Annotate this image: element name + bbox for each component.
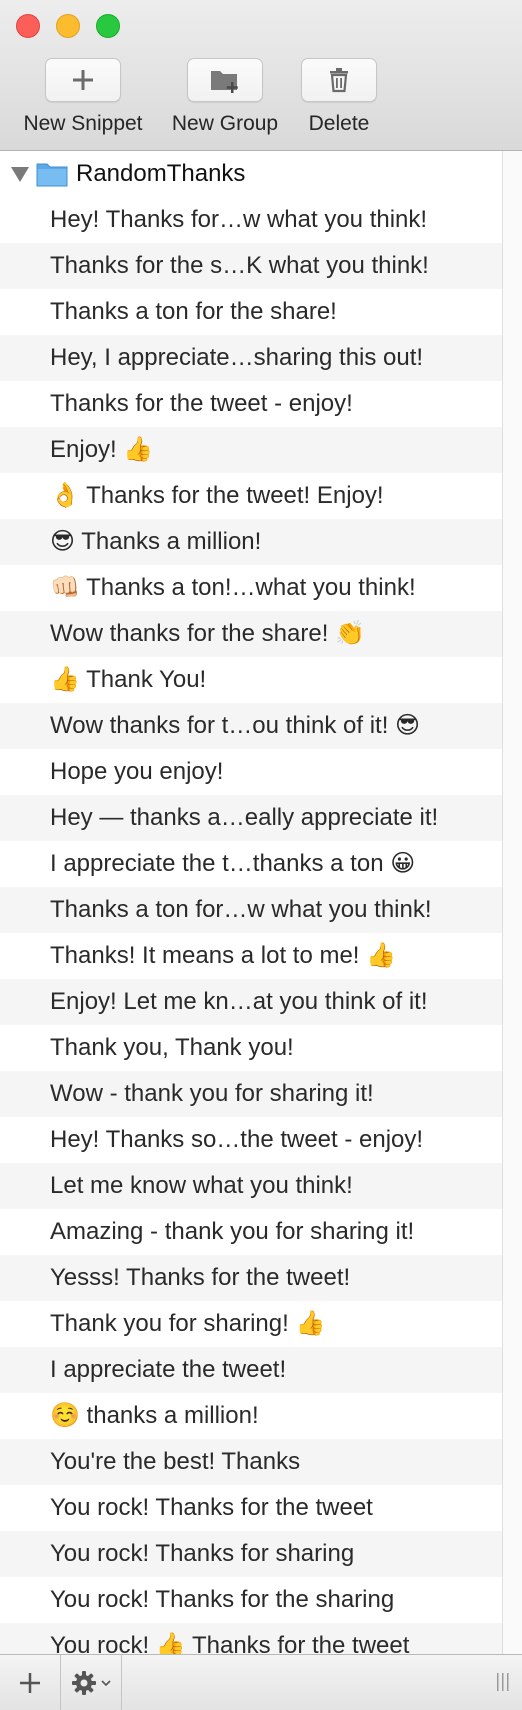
snippet-row[interactable]: Thanks! It means a lot to me! 👍 <box>0 933 502 979</box>
snippet-title: Enjoy! Let me kn…at you think of it! <box>50 988 428 1015</box>
resize-grip-icon[interactable] <box>496 1673 510 1691</box>
add-button[interactable] <box>0 1655 61 1710</box>
trash-icon <box>330 68 348 93</box>
snippet-row[interactable]: Amazing - thank you for sharing it! <box>0 1209 502 1255</box>
plus-icon <box>73 70 93 90</box>
snippet-title: Amazing - thank you for sharing it! <box>50 1218 415 1245</box>
disclosure-triangle-icon[interactable] <box>11 167 29 182</box>
snippet-title: Hey! Thanks for…w what you think! <box>50 206 428 233</box>
snippet-row[interactable]: ☺️ thanks a million! <box>0 1393 502 1439</box>
snippet-row[interactable]: Thanks for the tweet - enjoy! <box>0 381 502 427</box>
snippet-title: Let me know what you think! <box>50 1172 353 1199</box>
delete-label: Delete <box>308 112 370 135</box>
new-snippet-button[interactable] <box>45 58 121 102</box>
folder-plus-icon <box>211 71 238 93</box>
snippet-title: ☺️ thanks a million! <box>50 1402 259 1429</box>
snippet-row[interactable]: You rock! 👍 Thanks for the tweet <box>0 1623 502 1654</box>
snippet-row[interactable]: Thanks a ton for…w what you think! <box>0 887 502 933</box>
snippet-row[interactable]: Wow - thank you for sharing it! <box>0 1071 502 1117</box>
delete-tool[interactable]: Delete <box>296 58 382 136</box>
snippet-row[interactable]: Thank you for sharing! 👍 <box>0 1301 502 1347</box>
snippet-row[interactable]: 😎 Thanks a million! <box>0 519 502 565</box>
snippet-title: Wow thanks for t…ou think of it! 😎 <box>50 712 421 739</box>
snippet-title: Hope you enjoy! <box>50 758 224 785</box>
new-group-button[interactable] <box>187 58 263 102</box>
snippet-title: You rock! Thanks for sharing <box>50 1540 355 1567</box>
zoom-window-button[interactable] <box>96 14 120 38</box>
snippet-row[interactable]: Hope you enjoy! <box>0 749 502 795</box>
snippet-row[interactable]: Hey — thanks a…eally appreciate it! <box>0 795 502 841</box>
snippet-row[interactable]: 👍 Thank You! <box>0 657 502 703</box>
snippet-title: You're the best! Thanks <box>50 1448 301 1475</box>
new-group-label: New Group <box>171 112 279 135</box>
snippet-title: You rock! Thanks for the sharing <box>50 1586 395 1613</box>
snippet-title: Wow - thank you for sharing it! <box>50 1080 374 1107</box>
snippet-row[interactable]: You're the best! Thanks <box>0 1439 502 1485</box>
snippet-title: Hey — thanks a…eally appreciate it! <box>50 804 439 831</box>
snippet-outline[interactable]: RandomThanks Hey! Thanks for…w what you … <box>0 151 502 1654</box>
snippet-title: Thanks a ton for…w what you think! <box>50 896 432 923</box>
close-window-button[interactable] <box>16 14 40 38</box>
snippet-row[interactable]: Thanks a ton for the share! <box>0 289 502 335</box>
new-snippet-tool[interactable]: New Snippet <box>16 58 150 136</box>
window-toolbar: New Snippet New Group Delete <box>0 0 522 151</box>
folder-icon <box>36 163 68 187</box>
snippet-title: Enjoy! 👍 <box>50 436 154 463</box>
vertical-scrollbar[interactable] <box>502 151 522 1654</box>
bottom-bar <box>0 1654 522 1710</box>
group-name: RandomThanks <box>76 160 246 187</box>
plus-icon <box>20 1672 40 1693</box>
snippet-row[interactable]: Enjoy! Let me kn…at you think of it! <box>0 979 502 1025</box>
snippet-title: Thank you, Thank you! <box>50 1034 294 1061</box>
snippet-row[interactable]: You rock! Thanks for sharing <box>0 1531 502 1577</box>
snippet-title: You rock! 👍 Thanks for the tweet <box>50 1632 410 1654</box>
snippet-title: You rock! Thanks for the tweet <box>50 1494 373 1521</box>
snippet-row[interactable]: You rock! Thanks for the tweet <box>0 1485 502 1531</box>
new-group-tool[interactable]: New Group <box>166 58 284 136</box>
snippet-title: Hey! Thanks so…the tweet - enjoy! <box>50 1126 424 1153</box>
snippet-title: Thanks for the s…K what you think! <box>50 252 429 279</box>
snippet-row[interactable]: 👊🏻 Thanks a ton!…what you think! <box>0 565 502 611</box>
chevron-down-icon <box>101 1679 111 1686</box>
snippet-row[interactable]: Thanks for the s…K what you think! <box>0 243 502 289</box>
snippet-title: I appreciate the t…thanks a ton 😀 <box>50 850 416 877</box>
new-snippet-label: New Snippet <box>23 112 143 135</box>
snippet-row[interactable]: Hey! Thanks for…w what you think! <box>0 197 502 243</box>
snippet-title: I appreciate the tweet! <box>50 1356 287 1383</box>
snippet-title: 👊🏻 Thanks a ton!…what you think! <box>50 574 416 601</box>
snippet-row[interactable]: Enjoy! 👍 <box>0 427 502 473</box>
action-menu-button[interactable] <box>61 1655 122 1710</box>
snippet-title: Wow thanks for the share! 👏 <box>50 620 365 647</box>
snippet-row[interactable]: Wow thanks for t…ou think of it! 😎 <box>0 703 502 749</box>
snippet-title: 😎 Thanks a million! <box>50 528 262 555</box>
snippet-title: Hey, I appreciate…sharing this out! <box>50 344 424 371</box>
snippet-title: Thanks a ton for the share! <box>50 298 337 325</box>
snippet-title: Thanks! It means a lot to me! 👍 <box>50 942 397 969</box>
snippet-title: 👍 Thank You! <box>50 666 207 693</box>
snippet-row[interactable]: Thank you, Thank you! <box>0 1025 502 1071</box>
snippet-row[interactable]: Hey! Thanks so…the tweet - enjoy! <box>0 1117 502 1163</box>
snippet-title: Thank you for sharing! 👍 <box>50 1310 326 1337</box>
snippet-title: Thanks for the tweet - enjoy! <box>50 390 353 417</box>
snippet-title: Yesss! Thanks for the tweet! <box>50 1264 351 1291</box>
snippet-row[interactable]: Wow thanks for the share! 👏 <box>0 611 502 657</box>
snippet-row[interactable]: 👌 Thanks for the tweet! Enjoy! <box>0 473 502 519</box>
snippet-row[interactable]: Let me know what you think! <box>0 1163 502 1209</box>
gear-icon <box>72 1670 96 1695</box>
snippet-row[interactable]: I appreciate the t…thanks a ton 😀 <box>0 841 502 887</box>
snippet-row[interactable]: You rock! Thanks for the sharing <box>0 1577 502 1623</box>
snippet-row[interactable]: I appreciate the tweet! <box>0 1347 502 1393</box>
group-row[interactable]: RandomThanks <box>0 151 502 197</box>
delete-button[interactable] <box>301 58 377 102</box>
minimize-window-button[interactable] <box>56 14 80 38</box>
snippet-title: 👌 Thanks for the tweet! Enjoy! <box>50 482 384 509</box>
snippet-row[interactable]: Hey, I appreciate…sharing this out! <box>0 335 502 381</box>
snippet-row[interactable]: Yesss! Thanks for the tweet! <box>0 1255 502 1301</box>
